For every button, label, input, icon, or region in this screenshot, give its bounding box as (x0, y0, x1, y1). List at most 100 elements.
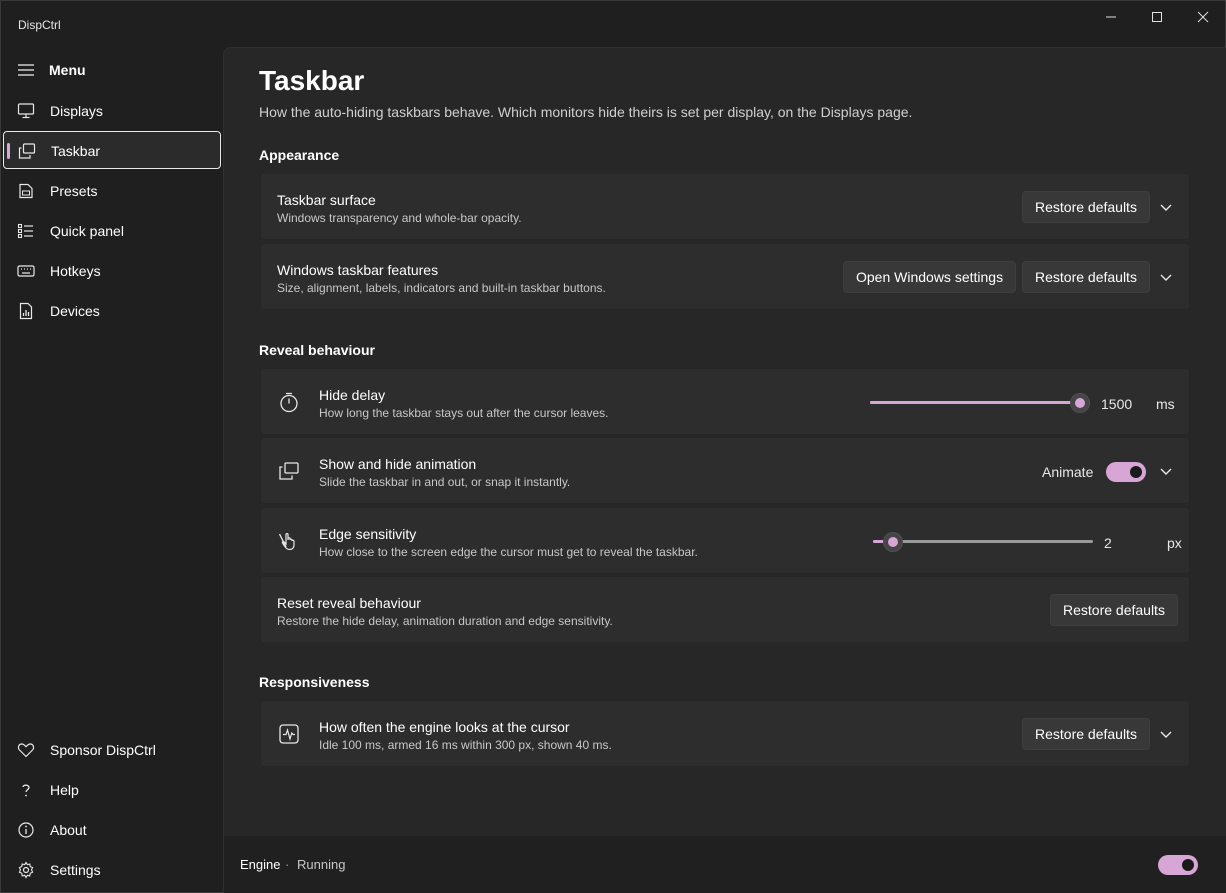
hamburger-icon (18, 64, 34, 76)
selection-indicator (7, 143, 10, 159)
sidebar-item-help[interactable]: Help (3, 771, 221, 809)
restore-defaults-button[interactable]: Restore defaults (1050, 594, 1178, 626)
menu-toggle[interactable]: Menu (3, 55, 221, 85)
monitor-icon (17, 103, 35, 119)
stopwatch-icon (280, 392, 298, 413)
card-title: Show and hide animation (319, 456, 477, 472)
sidebar-item-hotkeys[interactable]: Hotkeys (3, 252, 221, 290)
sidebar-item-label: Devices (50, 303, 100, 319)
gear-icon (18, 861, 34, 879)
menu-label: Menu (49, 62, 86, 78)
document-icon (19, 183, 33, 199)
cursor-hand-icon (278, 533, 295, 551)
status-bar: Engine · Running (223, 836, 1226, 893)
list-icon (17, 223, 33, 239)
app-window: DispCtrl Menu Displays Taskbar Presets Q… (0, 0, 1226, 893)
card-subtitle: Idle 100 ms, armed 16 ms within 300 px, … (319, 738, 612, 752)
card-title: Edge sensitivity (319, 526, 417, 542)
sidebar-item-label: Quick panel (50, 223, 124, 239)
animation-card[interactable]: Show and hide animation Slide the taskba… (260, 437, 1190, 504)
hide-delay-slider[interactable] (870, 393, 1090, 413)
close-button[interactable] (1180, 1, 1226, 33)
title-bar: DispCtrl (1, 1, 1225, 47)
chevron-down-icon[interactable] (1158, 269, 1174, 285)
sidebar-item-label: Displays (50, 103, 103, 119)
card-title: Hide delay (319, 387, 386, 403)
page-title: Taskbar (259, 65, 365, 96)
card-title: Windows taskbar features (277, 262, 439, 278)
slider-fill (870, 401, 1080, 404)
sidebar: Menu Displays Taskbar Presets Quick pane… (1, 47, 223, 893)
restore-defaults-button[interactable]: Restore defaults (1022, 191, 1150, 223)
section-heading-responsiveness: Responsiveness (259, 674, 370, 690)
sidebar-item-label: About (50, 822, 87, 838)
keyboard-icon (17, 265, 35, 277)
restore-defaults-button[interactable]: Restore defaults (1022, 261, 1150, 293)
chevron-down-icon[interactable] (1158, 726, 1174, 742)
sidebar-item-displays[interactable]: Displays (3, 92, 221, 130)
engine-status: Running (297, 857, 346, 872)
card-title: Reset reveal behaviour (277, 595, 421, 611)
section-heading-appearance: Appearance (259, 147, 340, 163)
card-subtitle: How long the taskbar stays out after the… (319, 406, 609, 420)
edge-sensitivity-unit: px (1167, 535, 1182, 551)
sidebar-item-quick-panel[interactable]: Quick panel (3, 212, 221, 250)
animate-toggle-label: Animate (1042, 464, 1094, 480)
restore-defaults-button[interactable]: Restore defaults (1022, 718, 1150, 750)
info-icon (18, 822, 34, 838)
card-subtitle: Size, alignment, labels, indicators and … (277, 281, 606, 295)
chevron-down-icon[interactable] (1158, 199, 1174, 215)
card-subtitle: Windows transparency and whole-bar opaci… (277, 211, 522, 225)
animate-toggle[interactable] (1106, 462, 1146, 482)
question-icon (22, 784, 30, 797)
sidebar-item-label: Presets (50, 183, 98, 199)
sidebar-item-label: Hotkeys (50, 263, 101, 279)
sidebar-item-label: Taskbar (51, 143, 101, 159)
maximize-button[interactable] (1134, 1, 1180, 33)
maximize-icon (1152, 12, 1162, 22)
card-subtitle: How close to the screen edge the cursor … (319, 545, 698, 559)
hide-delay-value: 1500 (1101, 396, 1133, 412)
sidebar-item-sponsor[interactable]: Sponsor DispCtrl (3, 731, 221, 769)
minimize-button[interactable] (1088, 1, 1134, 33)
open-windows-settings-button[interactable]: Open Windows settings (843, 261, 1017, 293)
card-title: How often the engine looks at the cursor (319, 719, 570, 735)
section-heading-reveal: Reveal behaviour (259, 342, 375, 358)
windows-icon (279, 462, 299, 480)
card-subtitle: Slide the taskbar in and out, or snap it… (319, 475, 571, 489)
sidebar-item-label: Settings (50, 862, 101, 878)
sidebar-item-label: Help (50, 782, 79, 798)
sidebar-item-presets[interactable]: Presets (3, 172, 221, 210)
slider-thumb[interactable] (883, 532, 903, 552)
reset-reveal-card: Reset reveal behaviour Restore the hide … (260, 576, 1190, 643)
minimize-icon (1106, 16, 1116, 18)
card-title: Taskbar surface (277, 192, 376, 208)
content-pane: Taskbar How the auto-hiding taskbars beh… (223, 47, 1226, 836)
hide-delay-card: Hide delay How long the taskbar stays ou… (260, 368, 1190, 435)
sidebar-item-taskbar[interactable]: Taskbar (3, 131, 221, 169)
toggle-knob (1182, 859, 1194, 871)
edge-sensitivity-slider[interactable] (873, 532, 1093, 552)
pulse-icon (279, 724, 299, 744)
sidebar-item-label: Sponsor DispCtrl (50, 742, 156, 758)
app-title: DispCtrl (18, 18, 61, 32)
chevron-down-icon[interactable] (1158, 463, 1174, 479)
taskbar-features-card[interactable]: Windows taskbar features Size, alignment… (260, 243, 1190, 310)
heart-icon (17, 743, 35, 758)
card-subtitle: Restore the hide delay, animation durati… (277, 614, 613, 628)
status-separator: · (285, 857, 290, 872)
close-icon (1197, 11, 1209, 23)
sidebar-item-about[interactable]: About (3, 811, 221, 849)
slider-thumb[interactable] (1070, 393, 1090, 413)
slider-track (873, 540, 1093, 543)
device-report-icon (19, 302, 33, 320)
sidebar-item-devices[interactable]: Devices (3, 292, 221, 330)
edge-sensitivity-value: 2 (1104, 535, 1112, 551)
engine-polling-card[interactable]: How often the engine looks at the cursor… (260, 700, 1190, 767)
engine-toggle[interactable] (1158, 855, 1198, 875)
engine-label: Engine (240, 857, 281, 872)
windows-icon (18, 143, 36, 159)
sidebar-item-settings[interactable]: Settings (3, 851, 221, 889)
taskbar-surface-card[interactable]: Taskbar surface Windows transparency and… (260, 173, 1190, 240)
hide-delay-unit: ms (1156, 396, 1175, 412)
